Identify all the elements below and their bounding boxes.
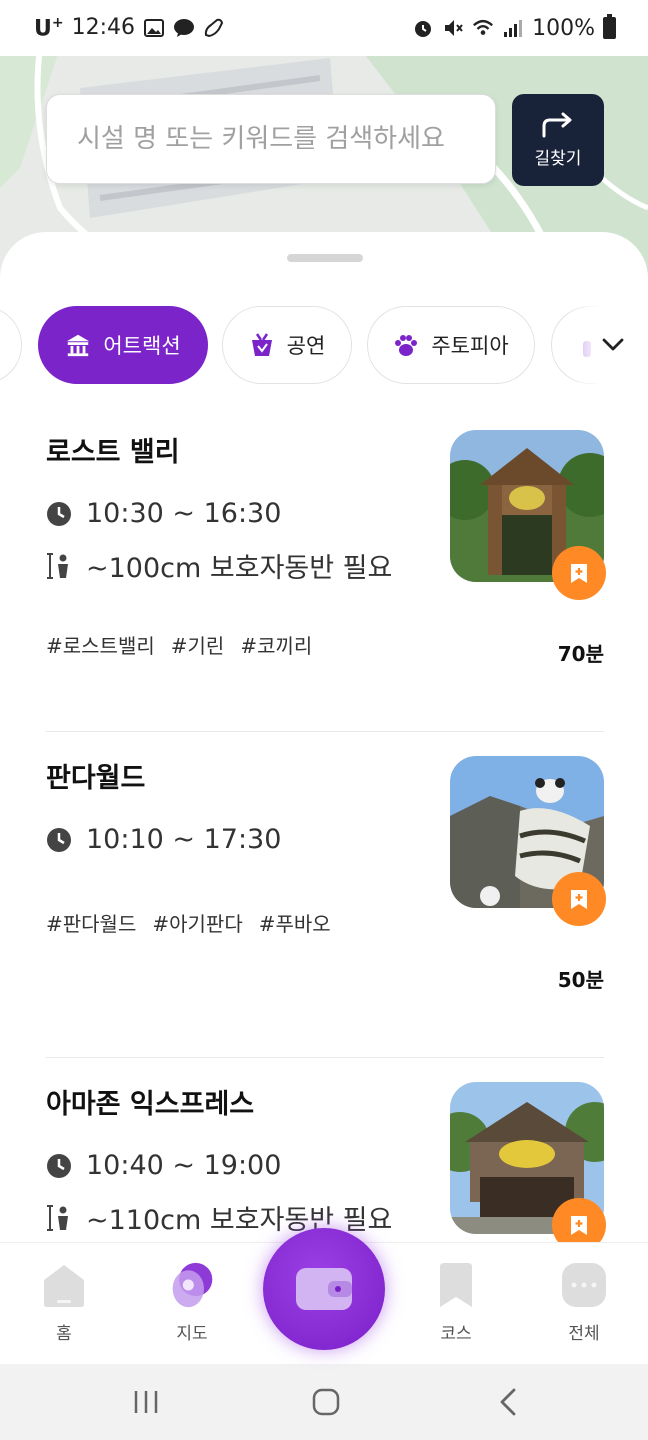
bottom-sheet: 어트랙션 공연 주토피아 로스트 밸리 10:30 ~ 16:30 ~100cm… xyxy=(0,232,648,1242)
attraction-item-amazon-express[interactable]: 아마존 익스프레스 10:40 ~ 19:00 ~110cm 보호자동반 필요 xyxy=(46,1058,606,1242)
nav-map[interactable]: 지도 xyxy=(142,1261,242,1344)
home-circle-icon xyxy=(312,1388,340,1416)
tag[interactable]: #기린 xyxy=(171,630,225,659)
hours-row: 10:40 ~ 19:00 xyxy=(46,1150,281,1181)
attraction-list: 로스트 밸리 10:30 ~ 16:30 ~100cm 보호자동반 필요 #로스… xyxy=(0,406,648,1242)
talk-icon xyxy=(173,17,195,39)
tag-list: #로스트밸리 #기린 #코끼리 xyxy=(46,630,312,659)
chevron-down-icon xyxy=(602,338,624,351)
nav-home-label: 홈 xyxy=(56,1324,72,1344)
nav-all[interactable]: 전체 xyxy=(534,1261,634,1344)
search-bar[interactable] xyxy=(46,94,496,184)
bookmark-icon xyxy=(432,1261,480,1309)
category-chip-label: 주토피아 xyxy=(431,334,509,358)
bookmark-add-icon xyxy=(571,890,587,909)
more-icon xyxy=(560,1261,608,1309)
nav-home[interactable]: 홈 xyxy=(14,1261,114,1344)
sheet-handle[interactable] xyxy=(287,254,363,262)
back-button[interactable] xyxy=(488,1384,528,1420)
attraction-item-panda-world[interactable]: 판다월드 10:10 ~ 17:30 #판다월드 #아기판다 #푸바오 50분 xyxy=(46,732,606,1058)
tag[interactable]: #판다월드 xyxy=(46,908,136,937)
status-time: 12:46 xyxy=(71,15,136,41)
tag[interactable]: #푸바오 xyxy=(259,908,331,937)
height-restriction-icon xyxy=(46,552,72,579)
expand-categories-button[interactable] xyxy=(568,306,648,384)
wallet-icon xyxy=(296,1268,352,1310)
category-chip-zootopia[interactable]: 주토피아 xyxy=(367,306,535,384)
battery-percent: 100% xyxy=(532,15,595,41)
restriction-text: ~110cm 보호자동반 필요 xyxy=(86,1205,393,1236)
bookmark-add-button[interactable] xyxy=(552,872,606,926)
home-icon xyxy=(40,1261,88,1309)
carrier-label: U+ xyxy=(34,14,64,42)
tag[interactable]: #코끼리 xyxy=(240,630,312,659)
clock-icon xyxy=(46,1153,72,1179)
category-chip-label: 어트랙션 xyxy=(103,334,181,358)
nav-course[interactable]: 코스 xyxy=(406,1261,506,1344)
gallery-icon xyxy=(143,17,165,39)
hours-row: 10:30 ~ 16:30 xyxy=(46,498,281,529)
restriction-row: ~100cm 보호자동반 필요 xyxy=(46,546,392,585)
attraction-item-lost-valley[interactable]: 로스트 밸리 10:30 ~ 16:30 ~100cm 보호자동반 필요 #로스… xyxy=(46,406,606,732)
mute-icon xyxy=(442,17,464,39)
clock-icon xyxy=(46,827,72,853)
clock-icon xyxy=(46,501,72,527)
home-button[interactable] xyxy=(306,1384,346,1420)
attraction-title: 판다월드 xyxy=(46,763,146,794)
tag[interactable]: #로스트밸리 xyxy=(46,630,155,659)
tag[interactable]: #아기판다 xyxy=(152,908,242,937)
theater-icon xyxy=(249,332,275,358)
restriction-text: ~100cm 보호자동반 필요 xyxy=(86,553,393,584)
paw-icon xyxy=(393,332,419,358)
bookmark-add-button[interactable] xyxy=(552,546,606,600)
hours-row: 10:10 ~ 17:30 xyxy=(46,824,281,855)
battery-icon xyxy=(603,14,616,39)
height-restriction-icon xyxy=(46,1204,72,1231)
search-input[interactable] xyxy=(77,124,495,154)
turn-right-arrow-icon xyxy=(542,112,572,137)
attraction-title: 로스트 밸리 xyxy=(46,437,180,468)
alarm-icon xyxy=(412,17,434,39)
carousel-icon xyxy=(65,332,91,358)
shoe-icon xyxy=(203,17,225,39)
bookmark-add-icon xyxy=(571,1216,587,1235)
nav-map-label: 지도 xyxy=(176,1324,208,1344)
category-chip-show[interactable]: 공연 xyxy=(222,306,352,384)
hours-text: 10:10 ~ 17:30 xyxy=(86,824,282,855)
bookmark-add-icon xyxy=(571,564,587,583)
nav-all-label: 전체 xyxy=(568,1324,600,1344)
category-chips: 어트랙션 공연 주토피아 xyxy=(0,306,648,384)
route-button-label: 길찾기 xyxy=(534,148,582,169)
attraction-title: 아마존 익스프레스 xyxy=(46,1089,255,1120)
system-navigation-bar xyxy=(0,1364,648,1440)
category-chip-attraction[interactable]: 어트랙션 xyxy=(38,306,208,384)
recent-apps-icon xyxy=(134,1391,158,1413)
back-chevron-icon xyxy=(500,1388,516,1416)
category-chip-prev[interactable] xyxy=(0,306,22,384)
hours-text: 10:30 ~ 16:30 xyxy=(86,498,282,529)
map-pin-icon xyxy=(168,1261,216,1309)
category-chip-label: 공연 xyxy=(286,334,326,358)
hours-text: 10:40 ~ 19:00 xyxy=(86,1150,282,1181)
wallet-button[interactable] xyxy=(263,1228,385,1350)
wait-duration: 50분 xyxy=(557,968,604,992)
route-button[interactable]: 길찾기 xyxy=(512,94,604,186)
wait-duration: 70분 xyxy=(557,642,604,666)
nav-course-label: 코스 xyxy=(440,1324,472,1344)
signal-icon xyxy=(502,17,524,39)
wifi-icon xyxy=(472,17,494,39)
tag-list: #판다월드 #아기판다 #푸바오 xyxy=(46,908,331,937)
recent-apps-button[interactable] xyxy=(126,1384,166,1420)
status-bar: U+ 12:46 100% xyxy=(0,0,648,56)
